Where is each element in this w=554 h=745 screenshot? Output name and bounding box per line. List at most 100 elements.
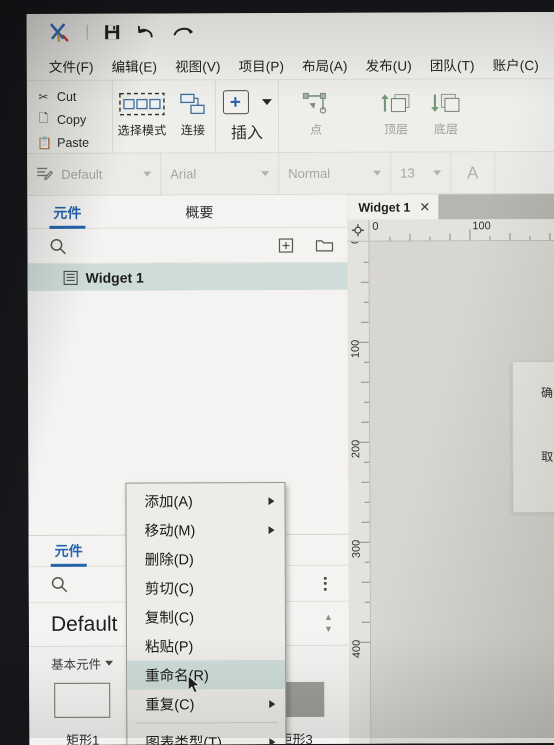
undo-icon[interactable] [137, 24, 157, 41]
search-icon[interactable] [51, 576, 68, 593]
send-to-back-icon [429, 87, 463, 118]
bring-to-front-label: 顶层 [384, 121, 408, 138]
ctx-add[interactable]: 添加(A) [126, 486, 284, 516]
paste-label: Paste [57, 135, 89, 149]
horizontal-ruler[interactable]: 0 100 [369, 219, 554, 242]
menu-layout[interactable]: 布局(A) [302, 54, 357, 74]
add-page-icon[interactable] [278, 237, 293, 252]
search-icon[interactable] [49, 237, 66, 254]
ctx-add-label: 添加(A) [144, 490, 268, 511]
canvas-body: 0 100 200 300 400 [347, 241, 554, 744]
widget-label: 矩形1 [66, 730, 99, 745]
send-to-back-button[interactable]: 底层 [421, 85, 471, 139]
menu-view[interactable]: 视图(V) [175, 55, 230, 75]
library-group-label: 基本元件 [51, 654, 101, 673]
caret-down-icon [105, 661, 113, 666]
menu-file[interactable]: 文件(F) [49, 55, 103, 75]
ctx-duplicate-label: 重复(C) [145, 693, 269, 714]
context-menu: 添加(A) 移动(M) 删除(D) 剪切(C) 复制(C) 粘贴(P) 重命名(… [125, 482, 286, 745]
point-button[interactable]: 点 [287, 86, 345, 140]
copy-label: Copy [57, 112, 86, 126]
clipboard-icon: 📋 [37, 135, 50, 149]
menu-publish[interactable]: 发布(U) [366, 54, 421, 74]
copy-icon: 🗋 [37, 109, 50, 130]
ctx-duplicate[interactable]: 重复(C) [127, 689, 285, 719]
font-size-value: 13 [400, 165, 425, 180]
origin-target-icon[interactable] [347, 220, 369, 242]
menu-account[interactable]: 账户(C) [493, 54, 548, 74]
chevron-updown-icon[interactable]: ▲▼ [324, 613, 333, 634]
bring-to-front-icon [379, 88, 413, 119]
widget-rect-1[interactable]: 矩形1 [29, 683, 136, 745]
chevron-down-icon[interactable] [261, 171, 269, 176]
style-selector[interactable]: Default [27, 154, 161, 196]
pages-panel-tabs: 元件 概要 [27, 195, 347, 229]
ctx-delete-label: 删除(D) [145, 548, 275, 569]
ctx-move[interactable]: 移动(M) [127, 515, 285, 545]
tab-outline[interactable]: 概要 [181, 202, 217, 227]
chevron-down-icon[interactable] [433, 170, 441, 175]
dialog-partial-panel[interactable]: 确 取 [512, 361, 554, 513]
toolbar-divider [87, 25, 88, 40]
folder-icon[interactable] [315, 237, 333, 252]
application-window: 文件(F) 编辑(E) 视图(V) 项目(P) 布局(A) 发布(U) 团队(T… [27, 12, 554, 745]
vertical-ruler[interactable]: 0 100 200 300 400 [347, 242, 371, 744]
pages-search-row [27, 228, 347, 264]
font-color-label: A [467, 163, 478, 183]
title-bar [27, 12, 554, 51]
copy-button[interactable]: 🗋 Copy [37, 109, 112, 130]
tab-widgets-library[interactable]: 元件 [51, 541, 87, 566]
menu-project[interactable]: 项目(P) [239, 54, 294, 74]
tree-item-label: Widget 1 [86, 269, 144, 285]
ctx-rename[interactable]: 重命名(R) [127, 660, 285, 690]
submenu-arrow-icon [269, 738, 275, 745]
chevron-down-icon[interactable] [373, 171, 381, 176]
ctx-cut-label: 剪切(C) [145, 577, 275, 598]
ctx-copy[interactable]: 复制(C) [127, 602, 285, 632]
font-weight-selector[interactable]: Normal [279, 153, 391, 194]
menu-edit[interactable]: 编辑(E) [112, 55, 167, 75]
connect-button[interactable]: 连接 [171, 86, 215, 140]
chevron-down-icon[interactable] [143, 172, 151, 177]
axure-x-logo-icon[interactable] [49, 21, 71, 43]
menu-bar: 文件(F) 编辑(E) 视图(V) 项目(P) 布局(A) 发布(U) 团队(T… [27, 49, 554, 80]
ctx-cut[interactable]: 剪切(C) [127, 573, 285, 603]
more-options-icon[interactable] [318, 574, 333, 592]
select-mode-icon [119, 88, 165, 119]
font-size-selector[interactable]: 13 [391, 152, 451, 193]
font-family-selector[interactable]: Arial [161, 153, 279, 194]
tab-widgets[interactable]: 元件 [49, 203, 85, 228]
chevron-down-icon[interactable] [261, 99, 271, 105]
dialog-cancel-text: 取 [541, 448, 553, 465]
clipboard-group: ✂ Cut 🗋 Copy 📋 Paste [27, 81, 113, 153]
connect-icon [178, 88, 208, 119]
point-icon [301, 88, 331, 119]
close-icon[interactable]: ✕ [419, 199, 430, 215]
send-to-back-label: 底层 [434, 120, 458, 137]
select-mode-button[interactable]: 选择模式 [113, 86, 171, 140]
ctx-rename-label: 重命名(R) [145, 664, 275, 685]
horizontal-ruler-row: 0 100 [347, 219, 554, 242]
cut-label: Cut [57, 89, 77, 103]
ctx-paste[interactable]: 粘贴(P) [127, 631, 285, 661]
ctx-diagram-type-label: 图表类型(T) [145, 731, 269, 745]
font-color-button[interactable]: A [451, 152, 495, 193]
point-label: 点 [310, 121, 322, 138]
document-tab-widget-1[interactable]: Widget 1 ✕ [347, 194, 438, 219]
font-family-value: Arial [170, 166, 253, 181]
cut-button[interactable]: ✂ Cut [37, 86, 112, 107]
ribbon-toolbar: ✂ Cut 🗋 Copy 📋 Paste [27, 78, 554, 154]
design-canvas[interactable]: 确 取 [369, 241, 554, 744]
ctx-delete[interactable]: 删除(D) [127, 544, 285, 574]
context-menu-separator [135, 722, 277, 724]
z-order-group: 顶层 底层 [371, 79, 471, 151]
paste-button[interactable]: 📋 Paste [37, 132, 112, 153]
bring-to-front-button[interactable]: 顶层 [371, 86, 421, 140]
menu-team[interactable]: 团队(T) [430, 54, 484, 74]
redo-icon[interactable] [173, 23, 195, 40]
tree-item-widget-1[interactable]: Widget 1 [28, 263, 348, 291]
save-icon[interactable] [104, 24, 121, 41]
insert-button[interactable]: + 插入 [216, 86, 278, 143]
select-mode-label: 选择模式 [118, 121, 167, 138]
ctx-diagram-type[interactable]: 图表类型(T) [127, 727, 285, 745]
